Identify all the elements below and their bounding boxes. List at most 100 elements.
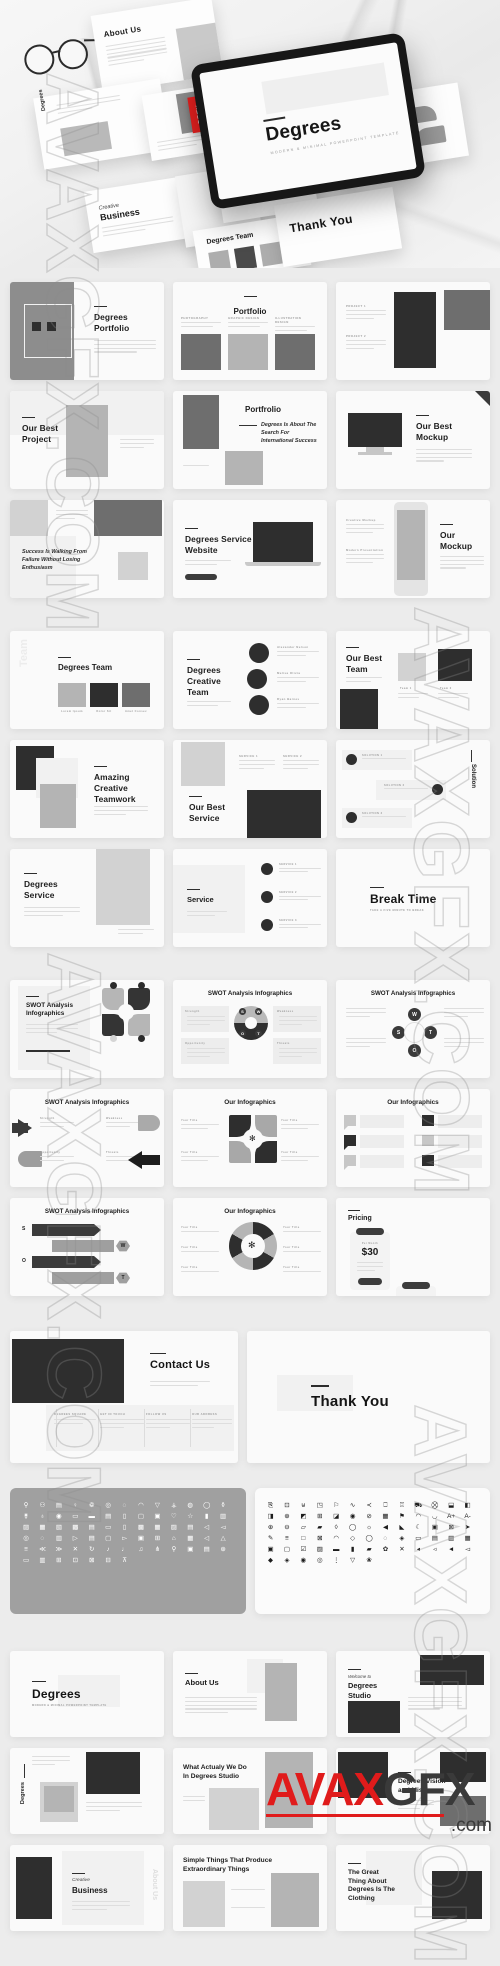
slide-service-list[interactable]: Service SERVICE 1 SERVICE 2 SERVICE 3 <box>173 849 327 947</box>
column-heading: PHOTOGRAPHY <box>181 316 209 320</box>
slide-degrees-portfolio[interactable]: Degrees Portfolio <box>10 282 164 380</box>
avaxgfx-logo: AVAXGFX .com <box>266 1766 492 1848</box>
product-preview-page: Analysis Infographics About Us Degrees <box>0 0 500 1966</box>
plan-label: Per Month <box>361 1242 379 1245</box>
slide-row: Amazing Creative Teamwork SERVICE 1 SERV… <box>0 740 500 838</box>
slide-title-degrees[interactable]: Degrees MODERN & MINIMAL POWERPOINT TEMP… <box>10 1651 164 1737</box>
slide-thank-you[interactable]: Thank You <box>247 1331 490 1463</box>
icon-glyph: ⊠ <box>317 1534 323 1542</box>
icon-glyph: ⊡ <box>284 1501 290 1509</box>
icon-sheet-outline[interactable]: ⚲ ⚇ ▤ ♀ ❁ ◎ ◌ ◠ ▽ ⚶ ◍ ◯ ⚱ ⚵ ♁ ◉ ▭ ▬ ▤ ▯ ▢ ▣ ♡ ☆ ▮ ▥ ▨ ▦ ▧ ▩ ▤ ▭ ▯ ▩ ▦ ▨ ▤ ◁ ◅ ◎… <box>10 1488 246 1614</box>
icon-glyph: ◉ <box>300 1556 307 1564</box>
icon-glyph: ▧ <box>55 1523 62 1531</box>
slide-our-best-team[interactable]: Our Best Team Team 1 Team 2 <box>336 631 490 729</box>
icon-glyph: ⌂ <box>171 1534 176 1542</box>
hero-mockup: Analysis Infographics About Us Degrees <box>0 0 500 268</box>
slide-title: Portfrolio <box>245 405 281 414</box>
slide-contact-us[interactable]: Contact Us DEGREES SQUARE GET IN TOUCH F… <box>10 1331 238 1463</box>
slide-our-infographics-wheel[interactable]: Our Infographics Your Title Your Title Y… <box>173 1198 327 1296</box>
slide-our-mockup[interactable]: Creative Mockup Modern Presentation Our … <box>336 500 490 598</box>
icon-glyph: ◅ <box>220 1523 226 1531</box>
icon-glyph: ⛟ <box>414 1501 423 1509</box>
pricing-card[interactable]: Per Month $50 <box>396 1282 436 1296</box>
slide-our-infographics-pinwheel[interactable]: Our Infographics Your Title Your Title Y… <box>173 1089 327 1187</box>
slide-the-great-thing[interactable]: The Great Thing About Degrees Is The Clo… <box>336 1845 490 1931</box>
icon-glyph: A+ <box>447 1512 456 1520</box>
icon-glyph: ◩ <box>300 1512 307 1520</box>
slide-degrees-team[interactable]: Team Degrees Team Lorem Ipsum Dolor Sit … <box>10 631 164 729</box>
slide-degrees-service-website[interactable]: Degrees Service Website <box>173 500 327 598</box>
icon-glyph: ◯ <box>349 1523 357 1531</box>
icon-glyph: ◯ <box>365 1534 373 1542</box>
slide-simple-things[interactable]: Simple Things That Produce Extraordinary… <box>173 1845 327 1931</box>
slide-title: Service <box>187 895 214 904</box>
icon-glyph: ⊟ <box>105 1556 111 1564</box>
slide-title: SWOT Analysis Infographics <box>44 1099 130 1106</box>
slide-row: SWOT Analysis Infographics Strength Weak… <box>0 1089 500 1187</box>
slide-welcome-degrees-studio[interactable]: Welcome to Degrees Studio <box>336 1651 490 1737</box>
section-contact: Contact Us DEGREES SQUARE GET IN TOUCH F… <box>0 1307 500 1463</box>
slide-swot-puzzle[interactable]: SWOT Analysis Infographics <box>10 980 164 1078</box>
slide-title: About Us <box>185 1678 219 1688</box>
slide-title: SWOT Analysis Infographics <box>207 990 293 997</box>
slide-about-us[interactable]: About Us <box>173 1651 327 1737</box>
slide-solution-list[interactable]: SOLUTION 1 SOLUTION 2 SOLUTION 3 Solutio… <box>336 740 490 838</box>
icon-glyph: ⚵ <box>23 1512 29 1520</box>
pricing-card[interactable]: Per Month $30 <box>350 1228 390 1290</box>
icon-glyph: ▣ <box>187 1545 194 1553</box>
icon-glyph: ⛒ <box>431 1501 438 1509</box>
column-heading: SERVICE 2 <box>283 754 303 758</box>
icon-glyph: ▭ <box>105 1523 112 1531</box>
slide-portfolio-three-up[interactable]: Portfolio PHOTOGRAPHY GRAPHIC DESIGN ILL… <box>173 282 327 380</box>
icon-glyph: ➤ <box>464 1523 471 1531</box>
purchase-button[interactable] <box>358 1278 382 1285</box>
icon-glyph: ♩ <box>121 1545 128 1553</box>
slide-break-time[interactable]: Break Time TAKE A FIVE MINUTE TO BREAK <box>336 849 490 947</box>
icon-glyph: ▨ <box>170 1523 177 1531</box>
slide-swot-diamond[interactable]: SWOT Analysis Infographics W S T O <box>336 980 490 1078</box>
icon-glyph: ◎ <box>105 1501 111 1509</box>
slide-row: Success Is Walking From Failure Without … <box>0 500 500 598</box>
icon-glyph: ▤ <box>105 1512 112 1520</box>
slide-side-label: Solution <box>470 764 476 788</box>
icon-sheet-solid[interactable]: ⎘ ⊡ ⊎ ◳ ⚐ ∿ ≺ ⎕ ♖ ⛟ ⛒ ⬓ ◧ ◨ ⊕ ◩ ⊞ ◪ ◉ ⊘ ▦ ⚑ ◠ ◡ A+ A- ⊕ ⊖ ▱ ▰ ◊ ◯ ☼ ◀ ◣ ☾ ▣ ⊠… <box>254 1488 490 1614</box>
slide-amazing-creative-teamwork[interactable]: Amazing Creative Teamwork <box>10 740 164 838</box>
slide-degrees-service[interactable]: Degrees Service <box>10 849 164 947</box>
slide-success-quote[interactable]: Success Is Walking From Failure Without … <box>10 500 164 598</box>
team-label: Team 1 <box>400 687 412 690</box>
icon-glyph: ♪ <box>106 1545 110 1553</box>
icon-glyph: ⚇ <box>39 1501 46 1509</box>
slide-degrees-side[interactable]: Degrees <box>10 1748 164 1834</box>
slide-degrees-creative-team[interactable]: Degrees Creative Team Alexander Nelson M… <box>173 631 327 729</box>
slide-our-infographics-tags[interactable]: Our Infographics <box>336 1089 490 1187</box>
icon-glyph: ▰ <box>366 1545 372 1553</box>
read-more-button[interactable] <box>185 574 217 580</box>
member-name: Melisa Olivia <box>277 671 301 675</box>
icon-glyph: ☆ <box>187 1512 194 1520</box>
slide-swot-arrows[interactable]: SWOT Analysis Infographics Strength Weak… <box>10 1089 164 1187</box>
slide-title: Degrees Service Website <box>185 534 252 555</box>
member-name: Amet Consec <box>124 710 148 713</box>
slide-portfolio-quote[interactable]: Portfrolio Degrees Is About The Search F… <box>173 391 327 489</box>
icon-glyph: ◌ <box>40 1534 45 1542</box>
swot-letter: W <box>408 1008 421 1021</box>
slide-title: Contact Us <box>150 1359 211 1372</box>
member-name: Ryan Barnes <box>277 697 300 701</box>
slide-our-best-service[interactable]: SERVICE 1 SERVICE 2 Our Best Service <box>173 740 327 838</box>
slide-pricing[interactable]: Pricing Per Month $30 Per Month $50 <box>336 1198 490 1296</box>
icon-glyph: ▽ <box>350 1556 356 1564</box>
icon-glyph: ⚐ <box>333 1501 340 1509</box>
slide-creative-business[interactable]: Creative Business About Us <box>10 1845 164 1931</box>
slide-our-best-project[interactable]: Our Best Project <box>10 391 164 489</box>
slide-title: Our Best Mockup <box>416 421 453 442</box>
slide-kicker: Welcome to <box>348 1674 372 1679</box>
section-team: Team Degrees Team Lorem Ipsum Dolor Sit … <box>0 609 500 947</box>
slide-swot-donut[interactable]: SWOT Analysis Infographics Strength Oppo… <box>173 980 327 1078</box>
slide-project-gallery[interactable]: PROJECT 1 PROJECT 2 <box>336 282 490 380</box>
icon-glyph: ⊼ <box>122 1556 127 1564</box>
swot-label: Strength <box>40 1117 55 1120</box>
slide-our-best-mockup[interactable]: Our Best Mockup <box>336 391 490 489</box>
slide-swot-banners[interactable]: SWOT Analysis Infographics S W O T <box>10 1198 164 1296</box>
icon-glyph: ◣ <box>399 1523 405 1531</box>
icon-glyph: ♁ <box>40 1512 45 1520</box>
